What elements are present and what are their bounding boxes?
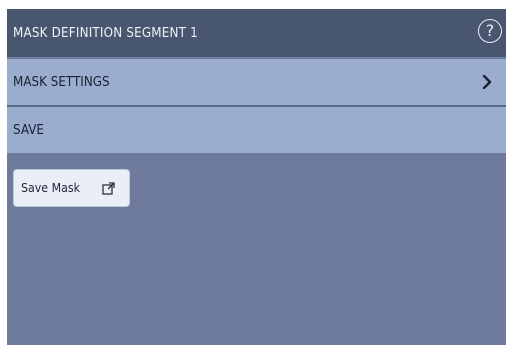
mask-settings-row[interactable]: MASK SETTINGS — [7, 59, 506, 105]
save-section-header: SAVE — [7, 107, 506, 153]
help-icon[interactable]: ? — [478, 19, 502, 43]
title-bar: MASK DEFINITION SEGMENT 1 ? — [7, 9, 506, 57]
mask-settings-label: MASK SETTINGS — [13, 74, 110, 90]
save-mask-label: Save Mask — [21, 181, 81, 195]
external-link-icon — [102, 182, 115, 195]
mask-definition-panel: MASK DEFINITION SEGMENT 1 ? MASK SETTING… — [7, 9, 506, 345]
panel-title: MASK DEFINITION SEGMENT 1 — [13, 25, 198, 41]
chevron-right-icon — [482, 75, 492, 89]
save-section-label: SAVE — [13, 122, 44, 138]
save-mask-button[interactable]: Save Mask — [13, 169, 130, 207]
